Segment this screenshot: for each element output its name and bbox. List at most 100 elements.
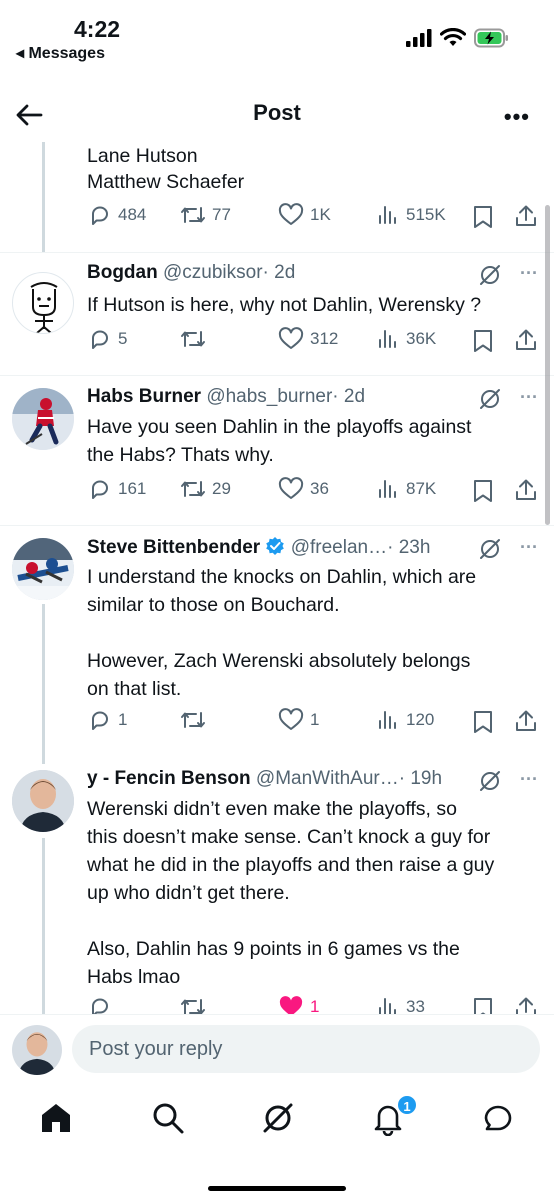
like-count: 1 bbox=[310, 997, 320, 1014]
grok-icon[interactable] bbox=[478, 387, 502, 411]
repost-button[interactable] bbox=[180, 708, 212, 732]
reply-composer bbox=[0, 1014, 554, 1082]
reply-button[interactable]: 161 bbox=[88, 477, 146, 501]
more-icon[interactable]: ··· bbox=[520, 537, 538, 558]
divider bbox=[0, 375, 554, 376]
views-icon bbox=[379, 711, 396, 729]
repost-button[interactable] bbox=[180, 327, 212, 351]
views-button[interactable]: 515K bbox=[376, 203, 446, 227]
thread-line bbox=[42, 142, 45, 252]
views-icon bbox=[379, 480, 396, 498]
like-button[interactable]: 1 bbox=[278, 708, 319, 732]
signal-icon bbox=[406, 29, 432, 47]
search-icon[interactable] bbox=[150, 1100, 186, 1136]
like-count: 1 bbox=[310, 710, 320, 729]
avatar[interactable] bbox=[12, 770, 74, 832]
home-indicator bbox=[208, 1186, 346, 1191]
reply-button[interactable]: 1 bbox=[88, 708, 127, 732]
grok-icon[interactable] bbox=[478, 769, 502, 793]
like-button-active[interactable]: 1 bbox=[278, 995, 319, 1014]
views-count: 120 bbox=[406, 710, 435, 729]
views-button[interactable]: 87K bbox=[376, 477, 436, 501]
share-icon[interactable] bbox=[514, 996, 538, 1014]
repost-button[interactable]: 29 bbox=[180, 477, 231, 501]
scrollbar[interactable] bbox=[545, 205, 550, 525]
views-icon bbox=[379, 330, 396, 348]
verified-icon bbox=[266, 537, 285, 555]
views-button[interactable]: 36K bbox=[376, 327, 436, 351]
like-button[interactable]: 36 bbox=[278, 477, 329, 501]
repost-icon bbox=[181, 999, 205, 1014]
reply-text: I understand the knocks on Dahlin, which… bbox=[87, 566, 477, 700]
post-feed: Lane Hutson Matthew Schaefer 484 77 1K 5… bbox=[0, 142, 554, 1014]
author-handle[interactable]: @czubiksor bbox=[163, 262, 263, 283]
views-count: 36K bbox=[406, 329, 437, 348]
bookmark-icon[interactable] bbox=[472, 479, 494, 503]
grok-icon[interactable] bbox=[478, 537, 502, 561]
bookmark-icon[interactable] bbox=[472, 205, 494, 229]
repost-icon bbox=[181, 712, 205, 728]
author-handle[interactable]: @ManWithAur… bbox=[256, 768, 399, 789]
views-button[interactable]: 33 bbox=[376, 995, 425, 1014]
reply-button[interactable]: 484 bbox=[88, 203, 146, 227]
more-icon[interactable]: ··· bbox=[520, 263, 538, 284]
reply-actions: 161 29 36 87K bbox=[0, 477, 554, 507]
author-name[interactable]: y - Fencin Benson bbox=[87, 768, 251, 789]
like-filled-icon bbox=[279, 996, 303, 1014]
reply-input[interactable] bbox=[72, 1025, 540, 1073]
repost-button[interactable]: 77 bbox=[180, 203, 231, 227]
views-count: 87K bbox=[406, 479, 437, 498]
reply-actions: 1 33 bbox=[0, 995, 554, 1014]
reply-button[interactable] bbox=[88, 995, 118, 1014]
reply-text: Werenski didn’t even make the playoffs, … bbox=[87, 798, 495, 988]
reply-header: y - Fencin Benson @ManWithAur…· 19h bbox=[87, 768, 442, 790]
reply-count: 1 bbox=[118, 710, 128, 729]
status-bar: 4:22 ◂ Messages bbox=[0, 0, 554, 70]
battery-icon bbox=[474, 28, 508, 48]
avatar[interactable] bbox=[12, 538, 74, 600]
more-icon[interactable]: ··· bbox=[520, 387, 538, 408]
bottom-tab-bar: 1 bbox=[0, 1082, 554, 1200]
avatar[interactable] bbox=[12, 272, 74, 334]
views-button[interactable]: 120 bbox=[376, 708, 434, 732]
author-handle[interactable]: @freelan… bbox=[291, 537, 387, 558]
share-icon[interactable] bbox=[514, 328, 538, 352]
reply-header: Bogdan @czubiksor· 2d bbox=[87, 262, 295, 284]
share-icon[interactable] bbox=[514, 204, 538, 228]
views-count: 33 bbox=[406, 997, 425, 1014]
bookmark-icon[interactable] bbox=[472, 710, 494, 734]
more-icon[interactable]: ••• bbox=[504, 104, 530, 130]
author-name[interactable]: Habs Burner bbox=[87, 386, 201, 407]
author-name[interactable]: Steve Bittenbender bbox=[87, 537, 260, 558]
author-name[interactable]: Bogdan bbox=[87, 262, 158, 283]
post-time: · 2d bbox=[262, 262, 296, 283]
more-icon[interactable]: ··· bbox=[520, 769, 538, 790]
author-handle[interactable]: @habs_burner bbox=[206, 386, 332, 407]
reply-button[interactable]: 5 bbox=[88, 327, 127, 351]
post-time: · 19h bbox=[398, 768, 443, 789]
share-icon[interactable] bbox=[514, 709, 538, 733]
grok-icon[interactable] bbox=[260, 1100, 296, 1136]
like-icon bbox=[278, 477, 304, 499]
reply-icon bbox=[92, 206, 108, 225]
share-icon[interactable] bbox=[514, 478, 538, 502]
avatar[interactable] bbox=[12, 388, 74, 450]
repost-icon bbox=[181, 331, 205, 347]
status-icons bbox=[406, 28, 510, 48]
views-count: 515K bbox=[406, 205, 446, 224]
bookmark-icon[interactable] bbox=[472, 329, 494, 353]
like-button[interactable]: 1K bbox=[278, 203, 331, 227]
divider bbox=[0, 252, 554, 253]
home-icon[interactable] bbox=[38, 1100, 74, 1136]
repost-button[interactable] bbox=[180, 995, 212, 1014]
hockey-action-avatar-icon bbox=[12, 538, 74, 600]
profile-photo-avatar-icon bbox=[12, 770, 74, 832]
messages-icon[interactable] bbox=[480, 1100, 516, 1136]
back-to-messages-link[interactable]: ◂ Messages bbox=[16, 43, 105, 63]
views-icon bbox=[379, 206, 396, 224]
bookmark-icon[interactable] bbox=[472, 997, 494, 1014]
grok-icon[interactable] bbox=[478, 263, 502, 287]
like-button[interactable]: 312 bbox=[278, 327, 338, 351]
avatar[interactable] bbox=[12, 1025, 62, 1075]
like-count: 312 bbox=[310, 329, 339, 348]
